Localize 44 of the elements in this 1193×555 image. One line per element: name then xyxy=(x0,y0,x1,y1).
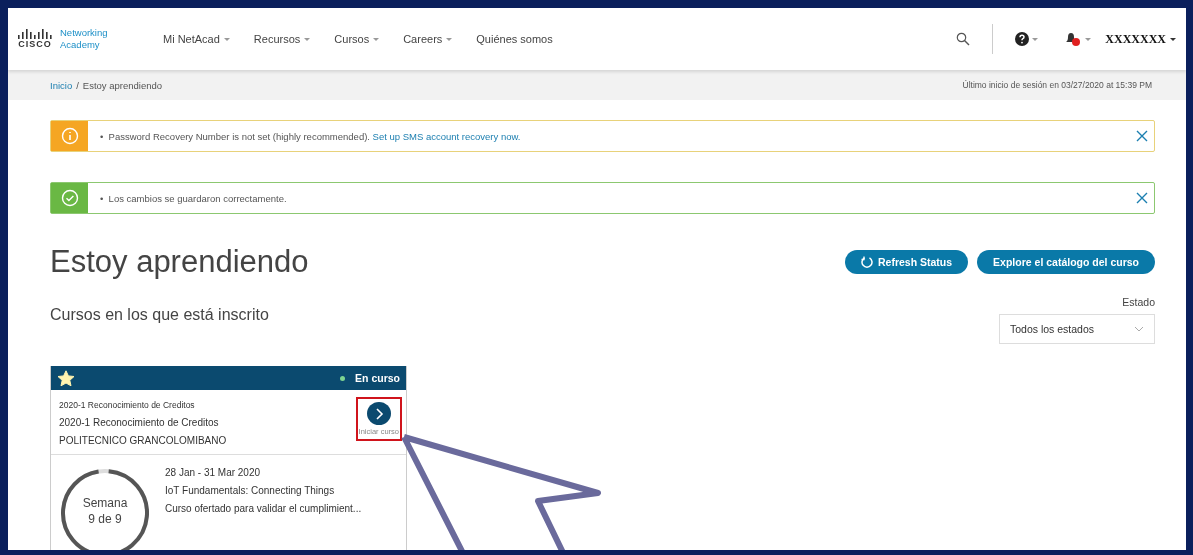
chevron-right-icon xyxy=(373,407,384,420)
logo-wordmark: CISCO xyxy=(18,39,52,49)
check-circle-icon xyxy=(60,189,79,207)
course-description: Curso ofertado para validar el cumplimient... xyxy=(165,503,362,514)
section-title: Cursos en los que está inscrito xyxy=(50,306,270,324)
page-title: Estoy aprendiendo xyxy=(50,244,310,280)
logo-bars-icon xyxy=(18,29,52,39)
refresh-status-button[interactable]: Refresh Status xyxy=(845,250,969,274)
last-login-text: Último inicio de sesión en 03/27/2020 at 15:39 PM xyxy=(962,80,1152,90)
chevron-down-icon xyxy=(1134,326,1144,332)
info-icon xyxy=(60,127,79,145)
nav-link[interactable]: Careers xyxy=(403,33,453,45)
course-dates: 28 Jan - 31 Mar 2020 xyxy=(165,467,262,478)
nav-link[interactable]: Mi NetAcad xyxy=(163,33,230,45)
breadcrumb-separator: / xyxy=(76,79,79,91)
nav-link[interactable]: Quiénes somos xyxy=(476,33,553,45)
alert-message: • Password Recovery Number is not set (highly recommended). Set up SMS account recovery now. xyxy=(100,130,522,142)
nav-link[interactable]: Recursos xyxy=(253,33,311,45)
close-icon[interactable] xyxy=(1136,130,1148,142)
help-icon[interactable] xyxy=(1015,32,1039,46)
status-dot xyxy=(340,375,346,381)
course-code: 2020-1 Reconocimiento de Creditos xyxy=(59,400,196,410)
user-menu[interactable]: XXXXXXX xyxy=(1105,31,1176,47)
star-icon[interactable] xyxy=(57,369,75,387)
course-title: IoT Fundamentals: Connecting Things xyxy=(165,485,336,496)
breadcrumb-current: Estoy aprendiendo xyxy=(82,79,163,91)
filter-label: Estado xyxy=(1122,296,1155,308)
refresh-icon xyxy=(861,256,873,268)
sms-recovery-link[interactable]: Set up SMS account recovery now. xyxy=(372,130,521,142)
nav-link[interactable]: Cursos xyxy=(334,33,380,45)
course-status: En curso xyxy=(355,372,400,384)
explore-catalog-button[interactable]: Explore el catálogo del curso xyxy=(977,250,1155,274)
breadcrumb-link[interactable]: Inicio xyxy=(50,79,73,91)
logo-text: Networking xyxy=(60,27,108,39)
logo-text: Academy xyxy=(60,39,101,51)
start-course-button[interactable] xyxy=(366,402,391,425)
alert-message: • Los cambios se guardaron correctamente. xyxy=(100,192,288,204)
institution-name: POLITECNICO GRANCOLOMIBANO xyxy=(59,435,228,446)
status-dropdown[interactable]: Todos los estados xyxy=(999,314,1155,344)
course-name: 2020-1 Reconocimiento de Creditos xyxy=(59,417,220,428)
bell-icon[interactable] xyxy=(1064,31,1092,47)
search-icon[interactable] xyxy=(956,32,971,46)
close-icon[interactable] xyxy=(1136,192,1148,204)
week-counter: Semana 9 de 9 xyxy=(81,495,129,527)
